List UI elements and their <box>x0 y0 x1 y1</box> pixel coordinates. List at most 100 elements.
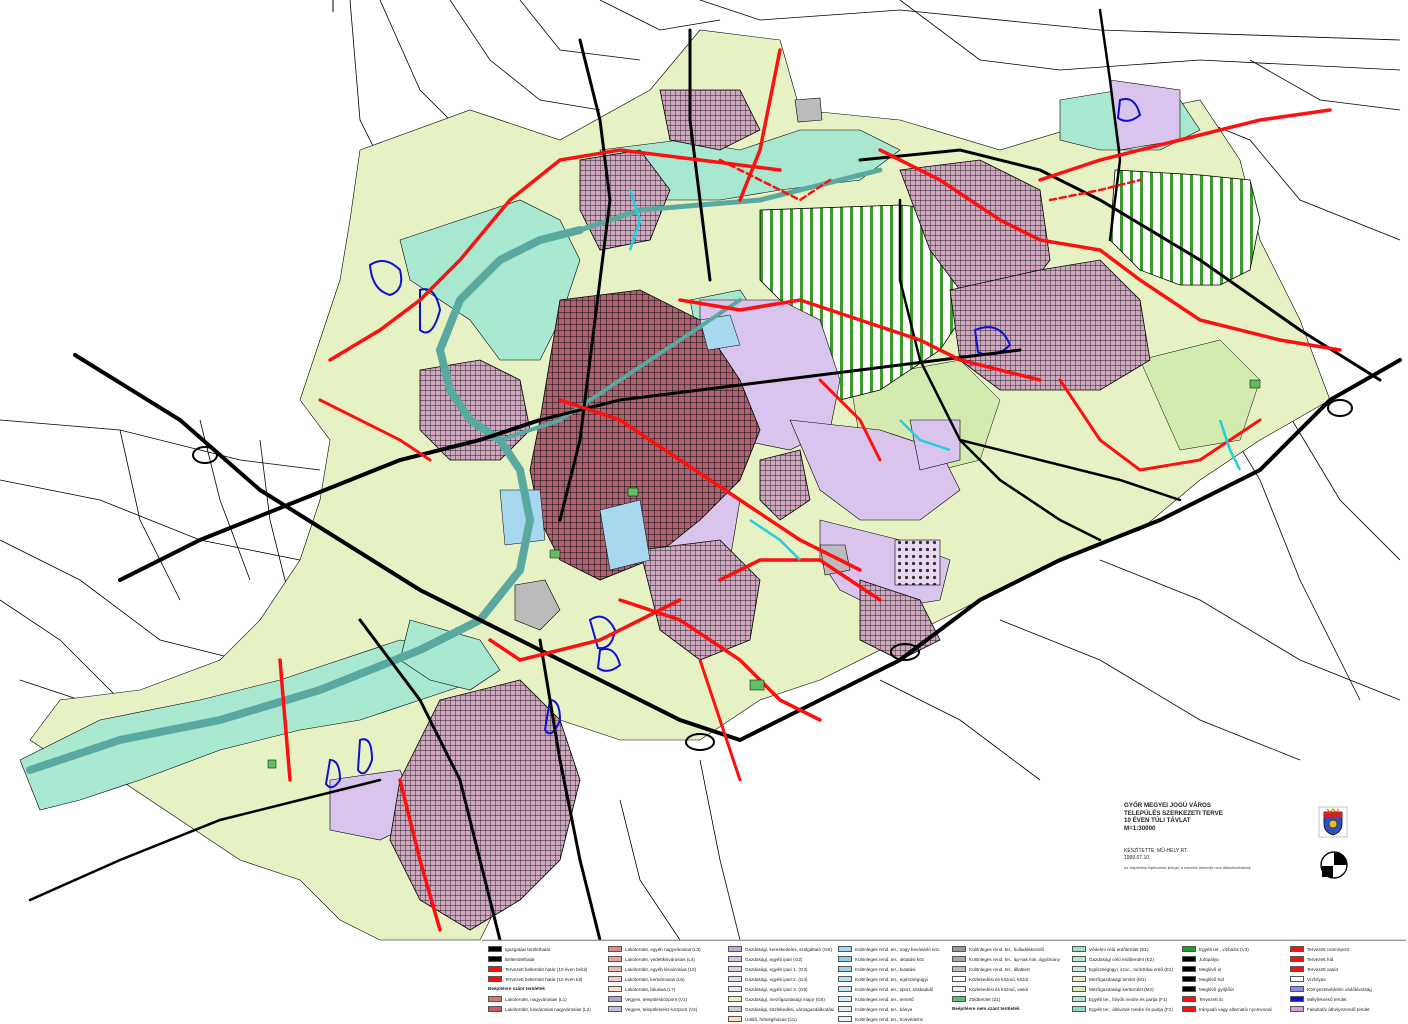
map-note: Az alaptérkép tájékoztató jellegű, a mér… <box>1124 865 1251 870</box>
map-title-line-3: 10 ÉVEN TÚLI TÁVLAT <box>1124 817 1191 825</box>
legend-swatch <box>838 946 852 952</box>
legend-item: Lakóterület, egyéb kisvárosias (L5) <box>608 964 720 974</box>
legend-item: Gazdasági, egyéb ipari 1. (G3) <box>728 964 840 974</box>
legend-item: Különleges rend. ter., sport, szabadidő <box>838 984 950 994</box>
legend-label: Gazdasági, egyéb ipari 1. (G3) <box>745 966 808 972</box>
legend-item: Zöldterület (Z1) <box>952 994 1064 1004</box>
legend-label: Gazdasági, kereskedelmi, szolgáltató (GK… <box>745 946 833 952</box>
legend-label: Különleges rend. ter., sport, szabadidő <box>855 986 934 992</box>
legend-column-4: Különleges rend. ter., nagy bevásárló kö… <box>838 944 950 1024</box>
legend-swatch <box>608 956 622 962</box>
legend-swatch <box>838 956 852 962</box>
legend-label: Közlekedési és közmű, vasút <box>969 986 1029 992</box>
legend-item: Vegyes, településközpont (V1) <box>608 994 720 1004</box>
legend-label: Gazdasági, egyéb ipari (G2) <box>745 956 803 962</box>
legend-label: Irányadó vagy alternatív nyomvonal <box>1199 1006 1272 1012</box>
legend-item: Mezőgazdasági kertterület (M2) <box>1072 984 1184 994</box>
legend-column-5: Különleges rend. ter., hulladékkezelő Kül… <box>952 944 1064 1014</box>
legend-item: Környezetvédelmi védőtávolság <box>1290 984 1402 994</box>
legend-swatch <box>1290 986 1304 992</box>
legend-label: Különleges rend. ter., ág-nak min. ágyit… <box>969 956 1060 962</box>
legend-item: Közlekedési és közmű, közút <box>952 974 1064 984</box>
legend-swatch <box>608 966 622 972</box>
legend-item: Egyéb ter., folyók medre és partja (F1) <box>1072 994 1184 1004</box>
legend-label: Tervezett híd <box>1307 956 1334 962</box>
legend-swatch <box>1182 976 1196 982</box>
legend-swatch <box>1182 996 1196 1002</box>
legend-item: Egészségügyi, szoc., turisztikai erdő (E… <box>1072 964 1184 974</box>
legend-label: Különleges rend. ter., állatkert <box>969 966 1030 972</box>
legend-swatch <box>1072 1006 1086 1012</box>
legend-label: Vegyes, településrész-központ (V2) <box>625 1006 698 1012</box>
title-block: GYŐR MEGYEI JOGÚ VÁROS TELEPÜLÉS SZERKEZ… <box>1124 802 1294 871</box>
legend-item: Tervezett belterület határ (10 éven belü… <box>488 964 600 974</box>
legend-label: Gazdasági, mezőgazdasági major (G6) <box>745 996 825 1002</box>
legend-column-6: Védelmi célú erdőterület (E1) Gazdasági c… <box>1072 944 1184 1014</box>
legend-item: Lakóterület, egyéb nagyvárosias (L3) <box>608 944 720 954</box>
legend-label: Meglévő híd <box>1199 976 1225 982</box>
legend-swatch <box>728 956 742 962</box>
legend-item: Lakóterület, falusias (L7) <box>608 984 720 994</box>
legend-item: Tervezett út <box>1182 994 1294 1004</box>
legend-swatch <box>952 996 966 1002</box>
legend-swatch <box>728 1006 742 1012</box>
legend-label: Mezőgazdasági kertterület (M2) <box>1089 986 1154 992</box>
legend-swatch <box>1182 956 1196 962</box>
legend-swatch <box>728 976 742 982</box>
legend-label: Lakóterület, egyéb nagyvárosias (L3) <box>625 946 701 952</box>
legend-label: Lakóterület, nagyvárosias (L1) <box>505 996 567 1002</box>
legend-swatch <box>1072 956 1086 962</box>
legend-swatch <box>838 986 852 992</box>
legend-swatch <box>728 986 742 992</box>
legend-item: Különleges rend. ter., nagy bevásárló kö… <box>838 944 950 954</box>
legend-label: Védelmi célú erdőterület (E1) <box>1089 946 1149 952</box>
legend-swatch <box>728 996 742 1002</box>
legend-column-3: Gazdasági, kereskedelmi, szolgáltató (GK… <box>728 944 840 1024</box>
legend-item: Egyéb ter., állóvizek medre és partja (F… <box>1072 1004 1184 1014</box>
legend-label: Tervezett út <box>1199 996 1223 1002</box>
legend-item: Fakultatív áthelyezendő terület <box>1290 1004 1402 1014</box>
legend-swatch <box>608 976 622 982</box>
legend-item: Tervezett belterület határ (10 éven túl) <box>488 974 600 984</box>
legend-swatch <box>488 956 502 962</box>
legend-label: Jutópálya <box>1199 956 1219 962</box>
legend-heading: Beépítésre szánt területek <box>488 986 545 991</box>
legend-label: Tervezett vasút <box>1307 966 1338 972</box>
legend-item: Különleges rend. ter., bánya <box>838 1004 950 1014</box>
legend-item: Gazdasági, egyéb ipari 2. (G4) <box>728 974 840 984</box>
legend-swatch <box>1290 996 1304 1002</box>
legend-item: Mezőgazdasági terület (M1) <box>1072 974 1184 984</box>
legend-swatch <box>608 1006 622 1012</box>
dotted-special-area <box>894 539 941 586</box>
legend-swatch <box>1072 996 1086 1002</box>
legend-item: Tervezett csomópont <box>1290 944 1402 954</box>
legend-swatch <box>952 966 966 972</box>
legend-label: Tervezett belterület határ (10 éven belü… <box>505 966 588 972</box>
legend-swatch <box>952 946 966 952</box>
company-logo-icon <box>1320 851 1348 879</box>
legend-label: Lakóterület, falusias (L7) <box>625 986 676 992</box>
legend-label: Különleges rend. ter., egészségügyi <box>855 976 928 982</box>
legend-swatch <box>838 1006 852 1012</box>
legend-label: Tervezett belterület határ (10 éven túl) <box>505 976 583 982</box>
legend-label: Fakultatív áthelyezendő terület <box>1307 1006 1370 1012</box>
legend-label: Igazgatási területhatár <box>505 946 551 952</box>
legend-label: Meglévő út <box>1199 966 1222 972</box>
legend-item: Gazdasági, egyéb ipari (G2) <box>728 954 840 964</box>
legend-label: Különleges rend. ter., honvédelmi <box>855 1016 924 1022</box>
legend-swatch <box>608 986 622 992</box>
legend-item: Lakóterület, kertvárosias (L6) <box>608 974 720 984</box>
legend-swatch <box>838 1016 852 1022</box>
legend-label: Meglévő gyűjtőút <box>1199 986 1234 992</box>
legend-swatch <box>1072 976 1086 982</box>
legend-label: Mezőgazdasági terület (M1) <box>1089 976 1146 982</box>
legend-item: Gazdasági célú erdőterület (E2) <box>1072 954 1184 964</box>
legend-swatch <box>1182 986 1196 992</box>
legend-swatch <box>1072 966 1086 972</box>
legend-item: Vízfolyás <box>1290 974 1402 984</box>
legend-swatch <box>1182 1006 1196 1012</box>
legend-label: Vegyes, településközpont (V1) <box>625 996 688 1002</box>
legend-swatch <box>838 996 852 1002</box>
legend-item: Meglévő út <box>1182 964 1294 974</box>
legend-item: Védelmi célú erdőterület (E1) <box>1072 944 1184 954</box>
